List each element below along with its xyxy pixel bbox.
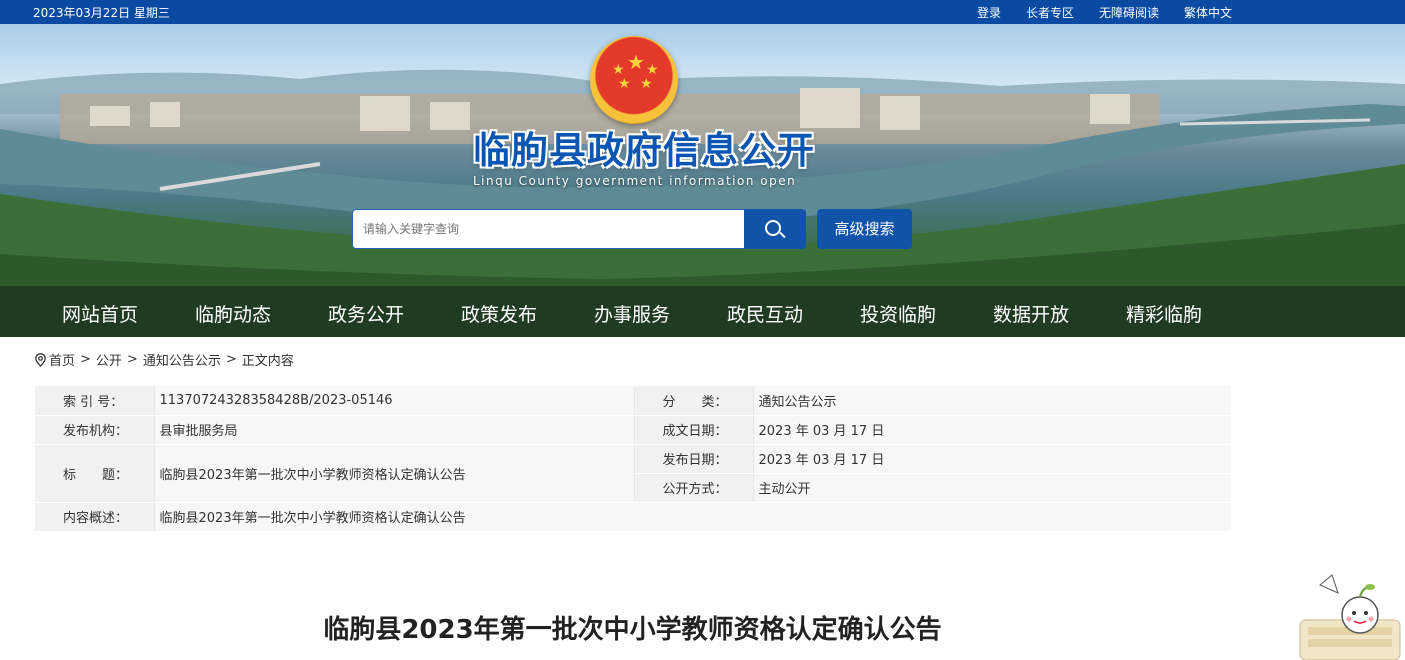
created-date-value: 2023 年 03 月 17 日 [753,415,1231,445]
created-date-label: 成文日期： [634,415,754,445]
publisher-value: 县审批服务局 [154,415,635,445]
article-title: 临朐县2023年第一批次中小学教师资格认定确认公告 [323,615,942,645]
nav-item-services[interactable]: 办事服务 [594,300,670,327]
mascot-decoration-icon[interactable] [1290,565,1405,660]
category-value: 通知公告公示 [753,386,1231,416]
search-input[interactable] [353,210,744,248]
location-pin-icon [35,353,46,367]
breadcrumb-separator: > [80,352,91,367]
summary-value: 临朐县2023年第一批次中小学教师资格认定确认公告 [154,502,1231,532]
disclosure-mode-label: 公开方式： [634,473,754,503]
nav-item-government-affairs[interactable]: 政务公开 [328,300,404,327]
summary-label: 内容概述： [35,502,155,532]
nav-item-policy[interactable]: 政策发布 [461,300,537,327]
breadcrumb-open[interactable]: 公开 [96,350,122,369]
main-nav: 网站首页 临朐动态 政务公开 政策发布 办事服务 政民互动 投资临朐 数据开放 … [0,286,1405,337]
header-banner: ★ ★ ★ ★ ★ 临朐县政府信息公开 Linqu County governm… [0,24,1405,337]
breadcrumb-separator: > [225,352,237,367]
site-title: 临朐县政府信息公开 [473,129,815,172]
table-row: 索 引 号： 11370724328358428B/2023-05146 分 类… [35,386,1231,416]
nav-item-open-data[interactable]: 数据开放 [993,300,1069,327]
document-info-table: 索 引 号： 11370724328358428B/2023-05146 分 类… [35,386,1231,532]
search-button[interactable] [744,209,806,249]
traditional-chinese-link[interactable]: 繁体中文 [1184,4,1232,21]
table-row: 发布机构： 县审批服务局 成文日期： 2023 年 03 月 17 日 [35,415,1231,445]
nav-item-home[interactable]: 网站首页 [62,300,138,327]
nav-item-news[interactable]: 临朐动态 [195,300,271,327]
title-label: 标 题： [35,444,155,503]
site-subtitle: Linqu County government information open [473,174,797,188]
national-emblem-icon: ★ ★ ★ ★ ★ [590,36,678,124]
nav-item-interaction[interactable]: 政民互动 [727,300,803,327]
current-date: 2023年03月22日 星期三 [33,6,170,20]
accessibility-link[interactable]: 无障碍阅读 [1099,4,1159,21]
advanced-search-button[interactable]: 高级搜索 [817,209,912,249]
index-value: 11370724328358428B/2023-05146 [154,386,635,416]
breadcrumb-current: 正文内容 [241,354,294,369]
breadcrumb-notices[interactable]: 通知公告公示 [143,350,221,369]
top-bar: 2023年03月22日 星期三 登录 长者专区 无障碍阅读 繁体中文 [0,0,1405,24]
login-link[interactable]: 登录 [977,4,1001,21]
elderly-zone-link[interactable]: 长者专区 [1026,4,1074,21]
disclosure-mode-value: 主动公开 [753,473,1231,503]
title-value: 临朐县2023年第一批次中小学教师资格认定确认公告 [154,444,635,503]
publisher-label: 发布机构： [35,415,155,445]
breadcrumb-separator: > [126,352,138,367]
table-row: 内容概述： 临朐县2023年第一批次中小学教师资格认定确认公告 [35,502,1231,532]
top-links: 登录 长者专区 无障碍阅读 繁体中文 [977,4,1257,21]
index-label: 索 引 号： [35,386,155,416]
category-label: 分 类： [634,386,754,416]
published-date-label: 发布日期： [634,444,754,474]
table-row: 标 题： 临朐县2023年第一批次中小学教师资格认定确认公告 发布日期： 202… [35,444,1231,503]
search-icon [765,220,781,236]
published-date-value: 2023 年 03 月 17 日 [753,444,1231,474]
search-field [352,209,745,249]
breadcrumb: 首页 > 公开 > 通知公告公示 > 正文内容 [35,350,294,369]
nav-item-investment[interactable]: 投资临朐 [860,300,936,327]
breadcrumb-home[interactable]: 首页 [49,350,75,369]
nav-item-scenic[interactable]: 精彩临朐 [1126,300,1202,327]
